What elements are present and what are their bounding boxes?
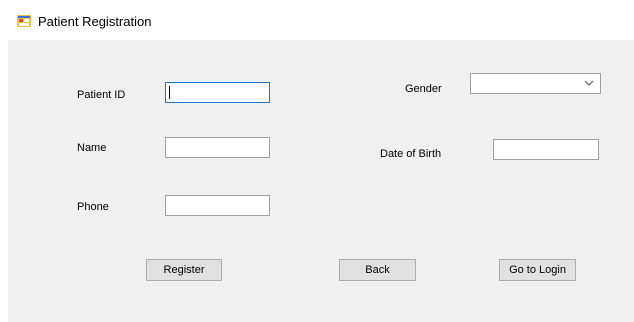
chevron-down-icon[interactable] — [584, 79, 594, 87]
gender-label: Gender — [405, 83, 442, 95]
phone-label: Phone — [77, 201, 109, 213]
form-client-area: Patient ID Name Phone Gender Date of Bir… — [8, 40, 634, 322]
patient-registration-window: Patient Registration Patient ID Name Pho… — [0, 0, 634, 322]
window-title: Patient Registration — [38, 14, 152, 29]
phone-input[interactable] — [165, 195, 270, 216]
gender-dropdown[interactable] — [470, 73, 601, 94]
name-label: Name — [77, 142, 107, 154]
patient-id-label: Patient ID — [77, 89, 126, 101]
form-window-icon — [17, 15, 31, 27]
text-caret — [169, 86, 170, 99]
register-button[interactable]: Register — [146, 259, 222, 281]
back-button[interactable]: Back — [339, 259, 416, 281]
go-to-login-button[interactable]: Go to Login — [499, 259, 576, 281]
patient-id-input[interactable] — [165, 82, 270, 103]
title-bar[interactable]: Patient Registration — [0, 0, 634, 40]
date-of-birth-label: Date of Birth — [380, 148, 442, 160]
date-of-birth-input[interactable] — [493, 139, 599, 160]
name-input[interactable] — [165, 137, 270, 158]
